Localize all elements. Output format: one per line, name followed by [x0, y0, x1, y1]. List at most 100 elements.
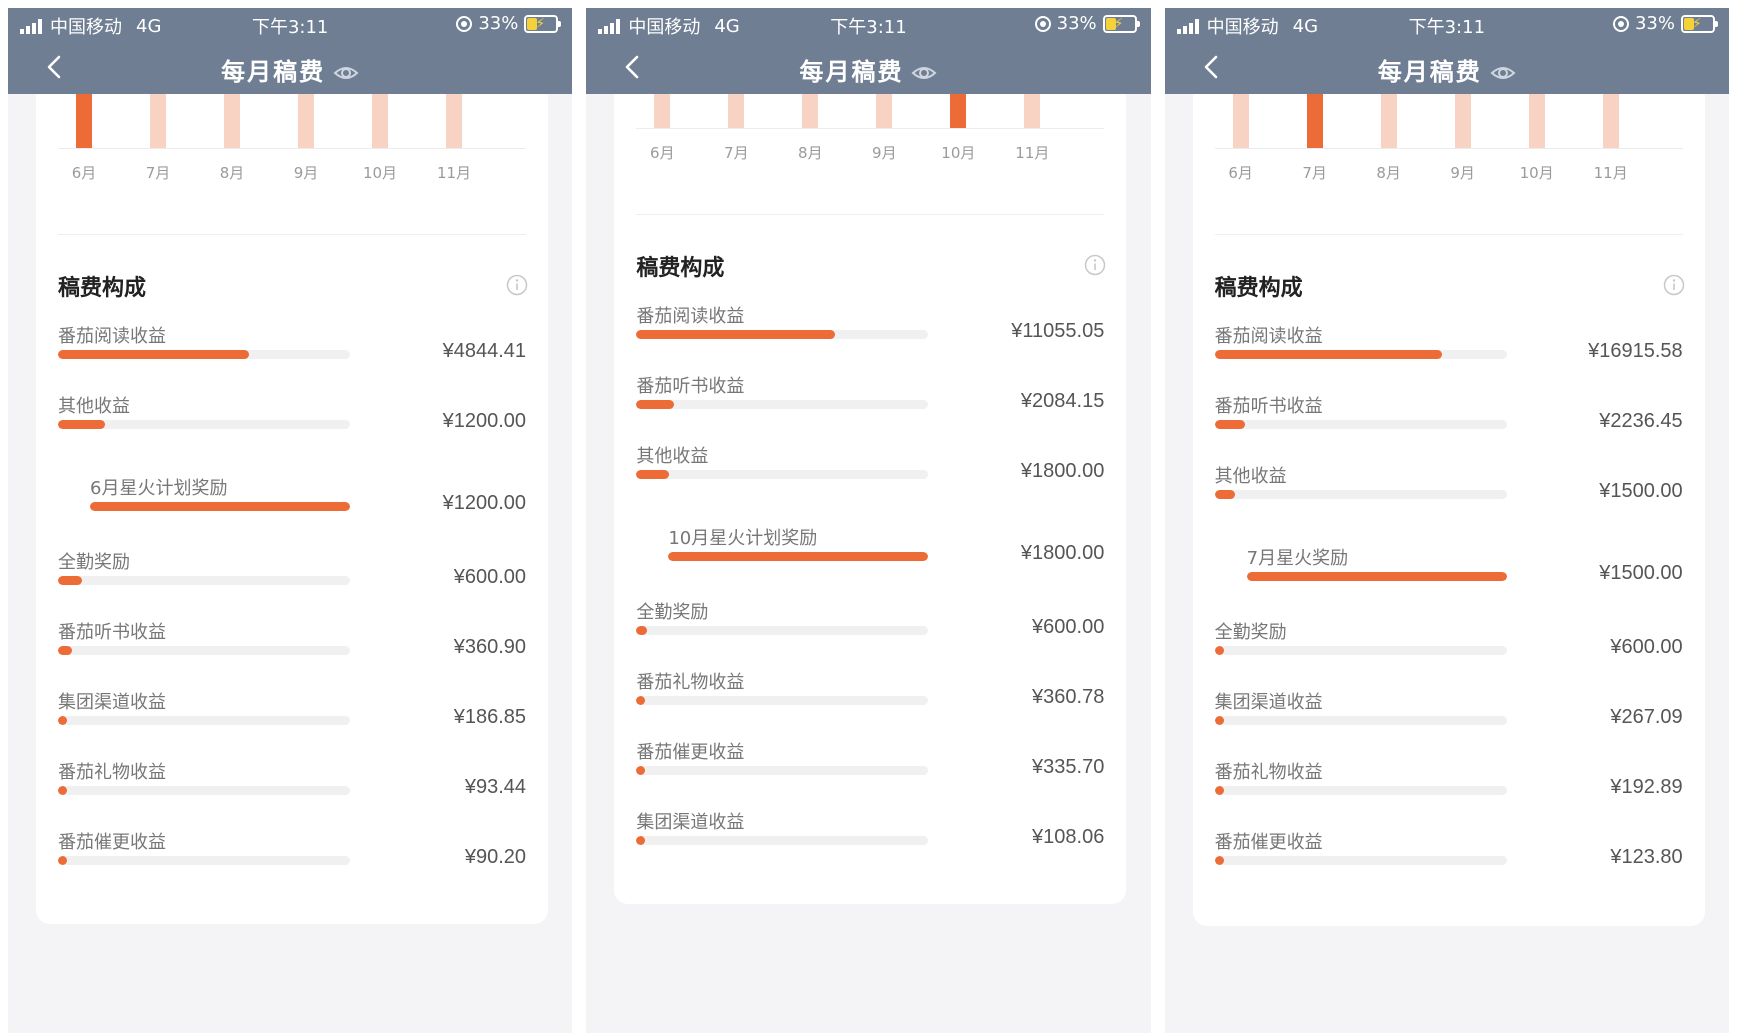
status-bar: 中国移动 4G 下午3:11 33% ⚡: [1165, 8, 1729, 40]
info-button[interactable]: [506, 274, 528, 296]
status-right: 33% ⚡: [1612, 13, 1718, 34]
info-icon: [1085, 254, 1106, 276]
info-icon: [506, 274, 528, 296]
info-button[interactable]: [1663, 274, 1685, 296]
progress-track: [1214, 646, 1507, 655]
battery-charging-icon: ⚡: [524, 14, 562, 33]
chart-tick-label: 10月: [362, 164, 398, 182]
progress-fill: [58, 646, 73, 655]
eye-icon: [1490, 67, 1516, 79]
toggle-visibility-button[interactable]: [911, 61, 937, 81]
chart-bar-5[interactable]: [1528, 88, 1545, 148]
chart-bar-4[interactable]: [298, 88, 314, 148]
earnings-item: 集团渠道收益 ¥267.09: [1193, 688, 1705, 758]
chart-bar-3[interactable]: [224, 88, 240, 148]
section-title: 稿费构成: [58, 276, 147, 301]
earnings-item: 其他收益 ¥1200.00: [36, 392, 548, 462]
chart-tick-label: 11月: [1015, 144, 1050, 162]
chart-bar-1[interactable]: [1232, 88, 1249, 148]
item-amount: ¥11055.05: [1011, 320, 1105, 342]
toggle-visibility-button[interactable]: [1490, 61, 1516, 81]
progress-fill: [636, 470, 669, 479]
progress-track: [668, 552, 929, 561]
info-button[interactable]: [1084, 254, 1106, 276]
progress-fill: [668, 552, 929, 561]
chart-tick-label: 6月: [71, 164, 97, 182]
earnings-item: 全勤奖励 ¥600.00: [1193, 618, 1705, 688]
monthly-bar-chart: 6月 7月 8月 9月 10月 11月: [36, 84, 548, 284]
earnings-card: 6月 7月 8月 9月 10月 11月 稿费构成 番茄阅读收益 ¥4844.41 其他收益 ¥120…: [36, 84, 548, 924]
section-title: 稿费构成: [1214, 276, 1303, 301]
chart-tick-label: 7月: [724, 144, 749, 162]
status-bar: 中国移动 4G 下午3:11 33% ⚡: [8, 8, 572, 40]
progress-track: [1214, 856, 1507, 865]
chart-tick-label: 11月: [436, 164, 472, 182]
item-amount: ¥600.00: [453, 566, 526, 588]
item-label: 其他收益: [58, 396, 130, 417]
progress-track: [636, 836, 929, 845]
item-label: 全勤奖励: [636, 602, 709, 623]
progress-fill: [636, 696, 646, 705]
earnings-item: 番茄礼物收益 ¥192.89: [1193, 758, 1705, 828]
chart-tick-label: 6月: [1228, 164, 1253, 182]
monthly-bar-chart: 6月 7月 8月 9月 10月 11月: [1193, 84, 1705, 284]
battery-percent: 33%: [1634, 13, 1675, 34]
item-label: 全勤奖励: [1214, 622, 1287, 643]
battery-charging-icon: ⚡: [1680, 14, 1718, 33]
chart-bar-6[interactable]: [446, 88, 462, 148]
item-label: 番茄听书收益: [58, 622, 166, 643]
item-amount: ¥2084.15: [1020, 390, 1105, 412]
chart-bar-2[interactable]: [150, 88, 166, 148]
phone-screen-1: 中国移动 4G 下午3:11 33% ⚡ 每月稿费 6月 7月 8月 9月 10月 11月 稿费构成 番茄…: [8, 8, 573, 1033]
section-divider: [1214, 234, 1683, 235]
earnings-item: 番茄听书收益 ¥2084.15: [614, 372, 1126, 442]
progress-track: [636, 330, 929, 339]
progress-fill: [1214, 350, 1443, 359]
progress-track: [1214, 786, 1507, 795]
progress-track: [58, 716, 350, 725]
progress-track: [636, 400, 929, 409]
chart-tick-label: 8月: [1376, 164, 1401, 182]
section-title: 稿费构成: [636, 256, 725, 281]
earnings-item: 集团渠道收益 ¥186.85: [36, 688, 548, 758]
progress-track: [58, 646, 350, 655]
toggle-visibility-button[interactable]: [333, 61, 359, 81]
chart-bar-5[interactable]: [372, 88, 388, 148]
item-amount: ¥93.44: [464, 776, 526, 798]
chart-bar-1[interactable]: [76, 88, 92, 148]
earnings-item: 番茄阅读收益 ¥4844.41: [36, 322, 548, 392]
progress-track: [1246, 572, 1507, 581]
item-label: 番茄催更收益: [1214, 832, 1323, 853]
progress-track: [636, 696, 929, 705]
item-amount: ¥360.78: [1032, 686, 1105, 708]
item-label: 番茄阅读收益: [58, 326, 166, 347]
progress-track: [636, 470, 929, 479]
progress-track: [58, 576, 350, 585]
status-right: 33% ⚡: [456, 13, 562, 34]
item-label: 其他收益: [1214, 466, 1287, 487]
item-label: 集团渠道收益: [58, 692, 166, 713]
progress-track: [58, 420, 350, 429]
progress-fill: [1214, 646, 1224, 655]
charging-bolt-icon: ⚡: [535, 15, 546, 32]
status-right: 33% ⚡: [1034, 13, 1140, 34]
earnings-subitem: 10月星火计划奖励 ¥1800.00: [614, 524, 1126, 594]
earnings-item: 番茄礼物收益 ¥93.44: [36, 758, 548, 828]
item-label: 全勤奖励: [58, 552, 130, 573]
progress-fill: [1214, 420, 1245, 429]
item-amount: ¥192.89: [1610, 776, 1683, 798]
chart-bar-3[interactable]: [1380, 88, 1397, 148]
earnings-item: 番茄催更收益 ¥90.20: [36, 828, 548, 898]
item-amount: ¥360.90: [453, 636, 526, 658]
chart-bar-4[interactable]: [1454, 88, 1471, 148]
chart-bar-2[interactable]: [1306, 88, 1323, 148]
chart-tick-label: 8月: [219, 164, 245, 182]
progress-fill: [90, 502, 350, 511]
progress-track: [58, 856, 350, 865]
chart-bar-6[interactable]: [1602, 88, 1619, 148]
earnings-item: 番茄听书收益 ¥360.90: [36, 618, 548, 688]
progress-fill: [58, 856, 67, 865]
chart-tick-label: 11月: [1593, 164, 1628, 182]
progress-fill: [636, 836, 646, 845]
item-label: 集团渠道收益: [1214, 692, 1323, 713]
